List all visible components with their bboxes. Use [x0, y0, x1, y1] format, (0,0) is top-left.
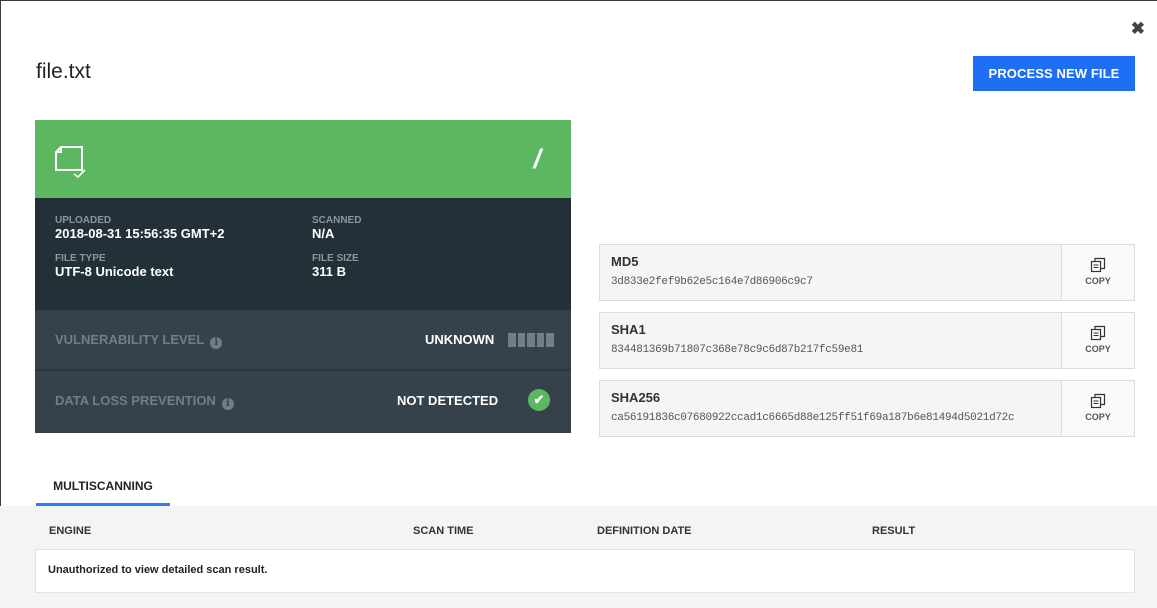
info-icon[interactable]: i — [221, 398, 234, 410]
tab-multiscanning[interactable]: MULTISCANNING — [36, 470, 170, 506]
scanned-label: SCANNED — [312, 215, 362, 226]
close-icon[interactable]: ✖ — [1131, 20, 1145, 37]
vulnerability-level-value: UNKNOWN — [425, 332, 495, 347]
table-row: Unauthorized to view detailed scan resul… — [35, 549, 1135, 593]
column-header-engine[interactable]: ENGINE — [49, 525, 91, 537]
scanned-value: N/A — [312, 226, 335, 241]
scan-results-table: ENGINE SCAN TIME DEFINITION DATE RESULT … — [0, 506, 1157, 608]
hash-sha1: SHA1 834481369b71807c368e78c9c6d87b217fc… — [599, 312, 1135, 369]
hash-name: SHA256 — [611, 390, 661, 405]
status-head-text: / — [533, 144, 541, 174]
vulnerability-level-label: VULNERABILITY LEVEL i — [55, 332, 223, 349]
file-size-field: FILE SIZE 311 B — [312, 253, 359, 279]
info-icon[interactable]: i — [210, 337, 223, 349]
level-bar — [508, 333, 516, 347]
data-loss-prevention-row: DATA LOSS PREVENTION i NOT DETECTED ✔ — [35, 371, 571, 433]
uploaded-label: UPLOADED — [55, 215, 112, 226]
hash-sha256: SHA256 ca56191836c07680922ccad1c6665d88e… — [599, 380, 1135, 437]
column-header-scan-time[interactable]: SCAN TIME — [413, 525, 474, 537]
hash-name: MD5 — [611, 254, 639, 269]
file-type-value: UTF-8 Unicode text — [55, 264, 174, 279]
data-loss-prevention-value: NOT DETECTED — [397, 393, 499, 408]
level-bar — [527, 333, 535, 347]
status-card-header: / — [35, 120, 571, 198]
hash-md5: MD5 3d833e2fef9b62e5c164e7d86906c9c7 COP… — [599, 244, 1135, 301]
copy-md5-button[interactable]: COPY — [1061, 245, 1134, 300]
column-header-definition-date[interactable]: DEFINITION DATE — [597, 525, 692, 537]
file-type-field: FILE TYPE UTF-8 Unicode text — [55, 253, 173, 279]
copy-icon — [1090, 257, 1106, 273]
copy-icon — [1090, 325, 1106, 341]
hash-name: SHA1 — [611, 322, 646, 337]
file-size-label: FILE SIZE — [312, 253, 359, 264]
file-type-label: FILE TYPE — [55, 253, 106, 264]
file-metadata: UPLOADED 2018-08-31 15:56:35 GMT+2 SCANN… — [35, 198, 571, 310]
copy-icon — [1090, 393, 1106, 409]
document-check-icon — [55, 146, 86, 178]
file-status-card: / UPLOADED 2018-08-31 15:56:35 GMT+2 SCA… — [35, 120, 571, 433]
process-new-file-button[interactable]: PROCESS NEW FILE — [973, 56, 1135, 91]
uploaded-field: UPLOADED 2018-08-31 15:56:35 GMT+2 — [55, 215, 224, 241]
uploaded-value: 2018-08-31 15:56:35 GMT+2 — [55, 226, 225, 241]
vulnerability-level-row: VULNERABILITY LEVEL i UNKNOWN — [35, 310, 571, 370]
copy-label: COPY — [1085, 276, 1111, 286]
hash-value: 3d833e2fef9b62e5c164e7d86906c9c7 — [611, 276, 813, 288]
check-circle-icon: ✔ — [528, 389, 550, 411]
file-size-value: 311 B — [312, 264, 346, 279]
vulnerability-level-text: VULNERABILITY LEVEL — [55, 332, 205, 347]
copy-sha1-button[interactable]: COPY — [1061, 313, 1134, 368]
scanned-field: SCANNED N/A — [312, 215, 361, 241]
vulnerability-level-bars — [508, 333, 554, 347]
hash-value: ca56191836c07680922ccad1c6665d88e125ff51… — [611, 412, 1015, 424]
empty-message: Unauthorized to view detailed scan resul… — [48, 564, 268, 576]
data-loss-prevention-label: DATA LOSS PREVENTION i — [55, 393, 234, 410]
copy-label: COPY — [1085, 344, 1111, 354]
column-header-result[interactable]: RESULT — [872, 525, 915, 537]
level-bar — [546, 333, 554, 347]
level-bar — [517, 333, 526, 347]
file-name-title: file.txt — [36, 60, 91, 83]
data-loss-prevention-text: DATA LOSS PREVENTION — [55, 393, 216, 408]
hash-value: 834481369b71807c368e78c9c6d87b217fc59e81 — [611, 344, 864, 356]
copy-label: COPY — [1085, 412, 1111, 422]
copy-sha256-button[interactable]: COPY — [1061, 381, 1134, 436]
level-bar — [536, 333, 545, 347]
